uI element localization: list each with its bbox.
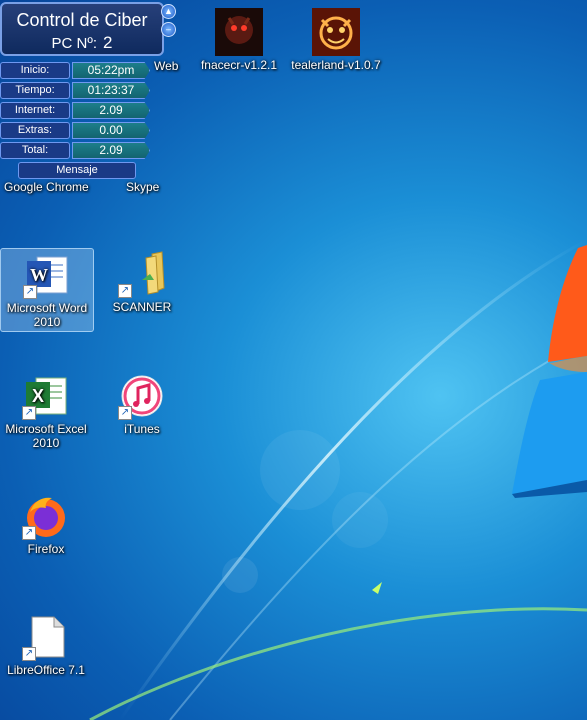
tealerland-label: tealerland-v1.0.7 [291,58,381,72]
desktop-icon-word[interactable]: W ↗ Microsoft Word 2010 [0,248,94,332]
skype-label[interactable]: Skype [126,180,159,194]
shortcut-arrow-icon: ↗ [22,647,36,661]
word-icon: W ↗ [23,251,71,299]
ciber-title: Control de Ciber [16,10,148,30]
row-value: 2.09 [72,142,150,159]
shortcut-arrow-icon: ↗ [23,285,37,299]
row-label: Inicio: [0,62,70,79]
word-label: Microsoft Word 2010 [6,301,88,329]
row-tiempo: Tiempo: 01:23:37 [0,82,155,99]
row-label: Tiempo: [0,82,70,99]
desktop-icon-tealerland[interactable]: tealerland-v1.0.7 [290,6,382,72]
row-label: Internet: [0,102,70,119]
shortcut-arrow-icon: ↗ [118,406,132,420]
shortcut-arrow-icon: ↗ [22,406,36,420]
libreoffice-label: LibreOffice 7.1 [7,663,85,677]
firefox-label: Firefox [27,542,65,556]
desktop-icon-itunes[interactable]: ↗ iTunes [96,370,188,436]
desktop-icon-excel[interactable]: X ↗ Microsoft Excel 2010 [0,370,92,450]
excel-icon: X ↗ [22,372,70,420]
minimize-up-icon[interactable]: ▲ [161,4,176,19]
row-label: Extras: [0,122,70,139]
folder-icon: ↗ [118,250,166,298]
minimize-icon[interactable]: – [161,22,176,37]
desktop-icon-fnacecr[interactable]: fnacecr-v1.2.1 [193,6,285,72]
libreoffice-icon: ↗ [22,613,70,661]
tealerland-icon [312,8,360,56]
excel-label: Microsoft Excel 2010 [5,422,87,450]
desktop-icon-scanner[interactable]: ↗ SCANNER [96,248,188,314]
itunes-label: iTunes [124,422,160,436]
fnacecr-icon [215,8,263,56]
itunes-icon: ↗ [118,372,166,420]
row-value: 2.09 [72,102,150,119]
row-inicio: Inicio: 05:22pm [0,62,155,79]
shortcut-arrow-icon: ↗ [118,284,132,298]
desktop-icon-libreoffice[interactable]: ↗ LibreOffice 7.1 [0,611,92,677]
shortcut-arrow-icon: ↗ [22,526,36,540]
scanner-label: SCANNER [112,300,172,314]
row-total: Total: 2.09 [0,142,155,159]
ciber-header: Control de Ciber PC Nº: 2 [0,2,164,56]
row-value: 0.00 [72,122,150,139]
pc-number: 2 [103,33,113,52]
row-value: 01:23:37 [72,82,150,99]
row-label: Total: [0,142,70,159]
row-internet: Internet: 2.09 [0,102,155,119]
ciber-window-buttons: ▲ – [161,4,176,40]
fnacecr-label: fnacecr-v1.2.1 [200,58,278,72]
pc-number-label: PC Nº: 2 [2,33,162,53]
svg-text:X: X [32,386,44,406]
ciber-control-panel: Control de Ciber PC Nº: 2 ▲ – Inicio: 05:… [0,0,180,185]
message-button[interactable]: Mensaje [18,162,136,179]
row-value: 05:22pm [72,62,150,79]
pc-label: PC Nº: [51,35,97,52]
google-chrome-label[interactable]: Google Chrome [4,180,89,194]
desktop-icon-firefox[interactable]: ↗ Firefox [0,490,92,556]
firefox-icon: ↗ [22,492,70,540]
row-extras: Extras: 0.00 [0,122,155,139]
web-icon-label[interactable]: Web [154,59,178,73]
svg-text:W: W [30,265,48,285]
